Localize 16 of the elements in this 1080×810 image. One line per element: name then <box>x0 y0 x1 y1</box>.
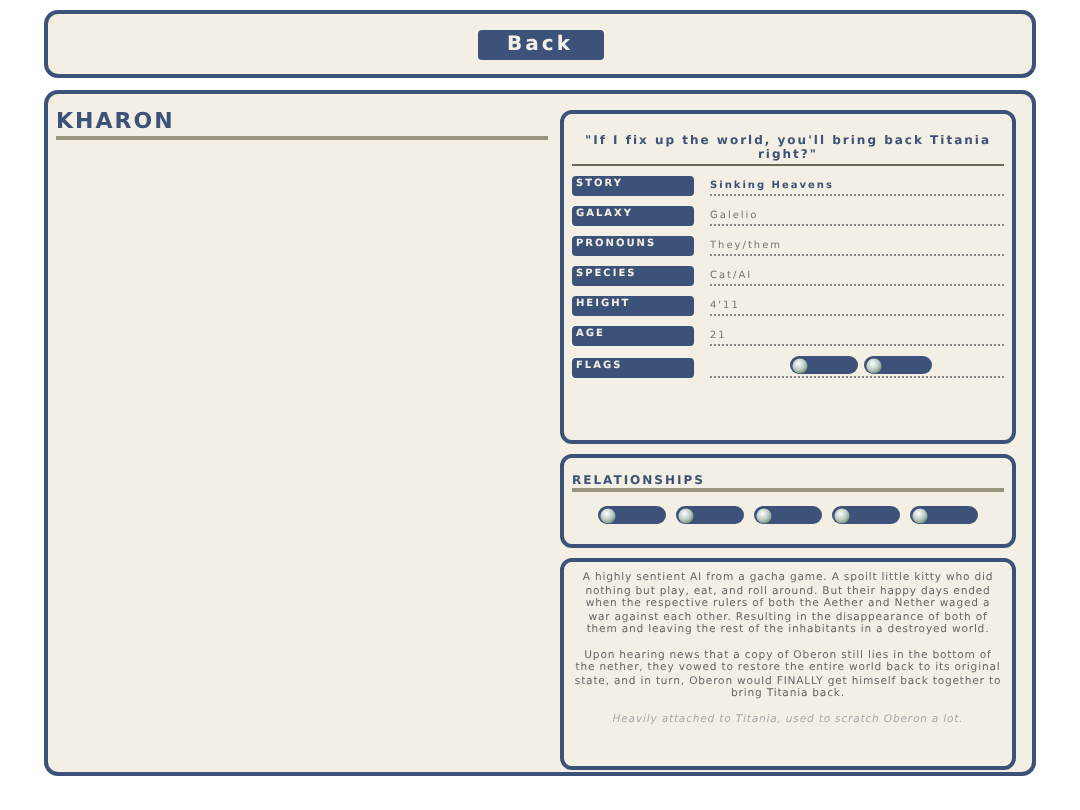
pill-button[interactable] <box>676 506 744 524</box>
sphere-icon <box>792 357 808 373</box>
pill-button[interactable] <box>754 506 822 524</box>
sphere-icon <box>834 507 850 523</box>
sphere-icon <box>678 507 694 523</box>
pill-button[interactable] <box>832 506 900 524</box>
pill-button[interactable] <box>864 356 932 374</box>
sphere-icon <box>756 507 772 523</box>
sphere-icon <box>912 507 928 523</box>
pill-button[interactable] <box>598 506 666 524</box>
sphere-icon <box>600 507 616 523</box>
back-button[interactable]: Back <box>477 29 603 59</box>
character-name: KHARON <box>56 110 548 140</box>
pill-button[interactable] <box>790 356 858 374</box>
pill-button[interactable] <box>910 506 978 524</box>
sphere-icon <box>866 357 882 373</box>
